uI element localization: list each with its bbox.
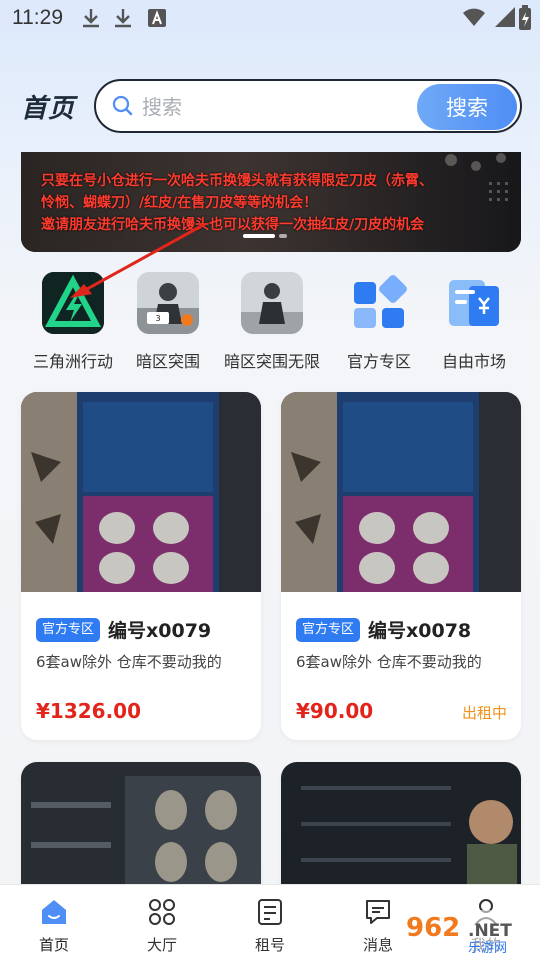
category-label: 暗区突围 — [135, 352, 200, 371]
battery-icon — [519, 5, 531, 30]
category-label: 三角洲行动 — [32, 352, 113, 371]
watermark-brand: 962 — [406, 913, 460, 943]
product-image — [21, 392, 261, 592]
product-description: 6套aw除外 仓库不要动我的 — [296, 653, 482, 671]
banner-indicator — [279, 234, 287, 238]
product-code: 编号x0078 — [368, 620, 472, 642]
status-bar: 11:29 — [0, 0, 540, 36]
banner-text-line-2: 怜悯、蝴蝶刀）/红皮/在售刀皮等等的机会！ — [41, 195, 318, 211]
product-card[interactable]: 官方专区 编号x0078 6套aw除外 仓库不要动我的 ¥90.00 出租中 — [281, 392, 521, 740]
rent-icon — [258, 899, 282, 925]
font-icon — [148, 9, 166, 27]
home-icon — [42, 900, 66, 924]
category-arena-breakout-infinite[interactable]: 暗区突围无限 — [222, 272, 322, 372]
hall-icon — [149, 899, 175, 925]
watermark-suffix: .NET — [468, 921, 512, 941]
search-bar[interactable]: 搜索 — [94, 79, 522, 133]
official-zone-tag: 官方专区 — [36, 618, 101, 642]
product-card[interactable] — [281, 762, 521, 902]
wifi-icon — [463, 8, 485, 26]
search-input[interactable] — [142, 90, 412, 124]
product-price: ¥90.00 — [296, 699, 374, 723]
watermark-sub: 乐游网 — [468, 941, 507, 956]
nav-home[interactable]: 首页 — [14, 885, 94, 960]
svg-text:3: 3 — [155, 314, 160, 323]
search-icon — [112, 95, 133, 116]
nav-hall[interactable]: 大厅 — [122, 885, 202, 960]
nav-rent[interactable]: 租号 — [230, 885, 310, 960]
product-image — [281, 392, 521, 592]
category-label: 官方专区 — [346, 352, 411, 371]
product-card[interactable] — [21, 762, 261, 902]
nav-label: 大厅 — [146, 936, 177, 954]
product-card[interactable]: 官方专区 编号x0079 6套aw除外 仓库不要动我的 ¥1326.00 — [21, 392, 261, 740]
nav-label: 租号 — [254, 936, 285, 954]
status-time: 11:29 — [12, 6, 63, 29]
official-zone-tag: 官方专区 — [296, 618, 361, 642]
free-market-icon — [443, 272, 505, 334]
product-image — [21, 762, 261, 902]
watermark-logo: 962 .NET 乐游网 — [400, 910, 534, 956]
category-free-market[interactable]: 自由市场 — [424, 272, 524, 372]
download-icon — [115, 9, 131, 28]
search-button[interactable]: 搜索 — [417, 84, 517, 130]
product-price: ¥1326.00 — [36, 699, 142, 723]
arena-breakout-infinite-icon — [241, 272, 303, 334]
nav-label: 首页 — [38, 936, 69, 954]
download-icon — [83, 9, 99, 28]
product-status: 出租中 — [461, 704, 507, 722]
message-icon — [366, 900, 390, 924]
product-image — [281, 762, 521, 902]
category-official-zone[interactable]: 官方专区 — [329, 272, 429, 372]
signal-icon — [495, 7, 515, 27]
official-zone-icon — [348, 272, 410, 334]
page-title: 首页 — [21, 94, 76, 124]
product-code: 编号x0079 — [108, 620, 212, 642]
banner-text-line-1: 只要在号小仓进行一次哈夫币换馒头就有获得限定刀皮（赤霄、 — [41, 173, 433, 189]
category-label: 自由市场 — [441, 352, 506, 371]
banner-indicator-active — [243, 234, 275, 238]
product-description: 6套aw除外 仓库不要动我的 — [36, 653, 222, 671]
category-label: 暗区突围无限 — [223, 352, 320, 371]
annotation-arrow — [70, 222, 206, 298]
